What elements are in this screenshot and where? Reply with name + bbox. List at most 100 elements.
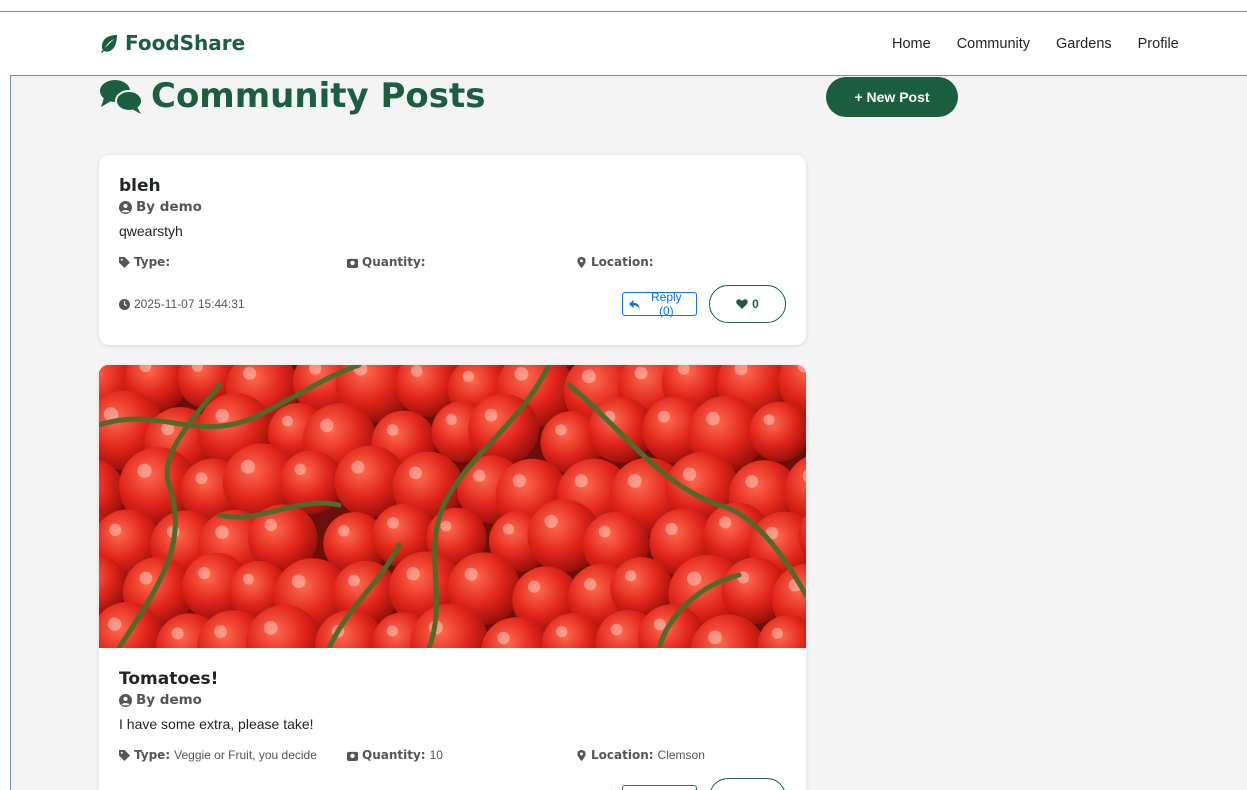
quantity-label: Quantity: — [362, 748, 426, 762]
brand-logo[interactable]: FoodShare — [99, 31, 245, 55]
navbar: FoodShare Home Community Gardens Profile — [0, 12, 1247, 75]
tomato-highlight — [582, 370, 596, 384]
post-author-text: By demo — [136, 690, 202, 710]
tomato-highlight — [295, 464, 306, 475]
tomato-highlight — [351, 461, 364, 474]
tomato-highlight — [719, 517, 731, 529]
post-type: Type: Veggie or Fruit, you decide — [119, 748, 317, 762]
post-author: By demo — [119, 197, 786, 217]
post-title: bleh — [119, 175, 786, 197]
post-content: qwearstyh — [119, 221, 786, 241]
tomato-highlight — [387, 424, 399, 436]
tomato-highlight — [575, 474, 588, 487]
tomato-highlight — [320, 419, 333, 432]
tomato-highlight — [243, 574, 254, 585]
tomato-highlight — [411, 365, 423, 377]
post-location: Location: — [576, 255, 658, 269]
tag-icon — [119, 257, 130, 268]
post-image — [99, 365, 806, 648]
quantity-value: 10 — [430, 748, 443, 762]
page-title-text: Community Posts — [151, 76, 486, 116]
like-button[interactable]: 0 — [709, 285, 786, 323]
nav-profile[interactable]: Profile — [1138, 36, 1179, 52]
tomato-highlight — [387, 517, 399, 529]
heart-icon — [736, 298, 748, 310]
tag-icon — [119, 750, 130, 761]
tomato-highlight — [137, 464, 151, 478]
tomato-highlight — [764, 414, 775, 425]
tomato-highlight — [406, 567, 419, 580]
tomato-highlight — [628, 474, 642, 488]
tomato-highlight — [513, 474, 526, 487]
post-meta: Type: Veggie or Fruit, you decide Quanti… — [119, 748, 786, 768]
tomato-highlight — [485, 409, 498, 422]
tomato-highlight — [282, 416, 293, 427]
tomato-highlight — [172, 627, 184, 639]
tomato-highlight — [140, 572, 153, 585]
post-timestamp: 2025-11-07 15:44:31 — [119, 297, 245, 311]
tomato-highlight — [215, 409, 229, 423]
map-marker-icon — [576, 257, 587, 268]
tomato-highlight — [109, 524, 121, 536]
nav-gardens[interactable]: Gardens — [1056, 36, 1112, 52]
tomato-highlight — [409, 467, 422, 480]
tomato-highlight — [706, 412, 720, 426]
tomato-highlight — [599, 526, 611, 538]
tomato-highlight — [665, 523, 677, 535]
tomato-highlight — [658, 411, 670, 423]
nav-links: Home Community Gardens Profile — [892, 36, 1179, 52]
tomato-highlight — [503, 524, 514, 535]
location-value: Clemson — [658, 748, 705, 762]
tomato-highlight — [745, 475, 758, 488]
nav-community[interactable]: Community — [957, 36, 1030, 52]
tomato-highlight — [687, 572, 701, 586]
tomato-highlight — [338, 525, 349, 536]
post-footer: 2025-11-07 15:44:31 Reply (0) 0 — [119, 285, 786, 325]
nav-home[interactable]: Home — [892, 36, 931, 52]
tomato-highlight — [528, 581, 540, 593]
tomato-highlight — [265, 519, 277, 531]
post-location: Location: Clemson — [576, 748, 705, 762]
tomato-highlight — [292, 574, 306, 588]
clock-icon — [119, 299, 130, 310]
post-quantity: Quantity: — [347, 255, 430, 269]
tomato-highlight — [584, 578, 596, 590]
post-footer — [119, 778, 786, 790]
like-button[interactable] — [709, 778, 786, 790]
tomato-highlight — [555, 424, 566, 435]
tomato-highlight — [611, 624, 623, 636]
tomato-highlight — [635, 367, 648, 380]
tomato-highlight — [446, 414, 457, 425]
tomato-highlight — [772, 628, 783, 639]
tomato-highlight — [473, 470, 485, 482]
tomato-highlight — [196, 472, 208, 484]
tomato-highlight — [625, 570, 636, 581]
tomato-highlight — [387, 625, 398, 636]
tomato-highlight — [108, 618, 121, 631]
tomato-highlight — [441, 521, 452, 532]
user-circle-icon — [119, 201, 132, 214]
tomato-highlight — [654, 618, 666, 630]
leaf-icon — [99, 33, 119, 53]
post-type: Type: — [119, 255, 174, 269]
reply-button[interactable]: Reply (0) — [622, 292, 697, 316]
like-count: 0 — [752, 297, 759, 311]
location-label: Location: — [591, 748, 654, 762]
quantity-label: Quantity: — [362, 255, 426, 269]
tomato-highlight — [545, 515, 558, 528]
tomato-highlight — [243, 367, 256, 380]
post-meta: Type: Quantity: Location: — [119, 255, 786, 275]
main-content: Community Posts + New Post bleh By demo … — [10, 75, 1247, 790]
tomato-highlight — [515, 367, 529, 381]
brand-name: FoodShare — [125, 31, 245, 55]
tomato-highlight — [198, 567, 210, 579]
new-post-button[interactable]: + New Post — [826, 77, 958, 117]
reply-button[interactable] — [622, 785, 697, 790]
weight-icon — [347, 750, 358, 761]
page-title: Community Posts — [99, 76, 486, 116]
tomato-highlight — [465, 568, 478, 581]
comments-icon — [99, 77, 143, 115]
map-marker-icon — [576, 750, 587, 761]
type-label: Type: — [134, 748, 170, 762]
tomato-highlight — [215, 526, 228, 539]
